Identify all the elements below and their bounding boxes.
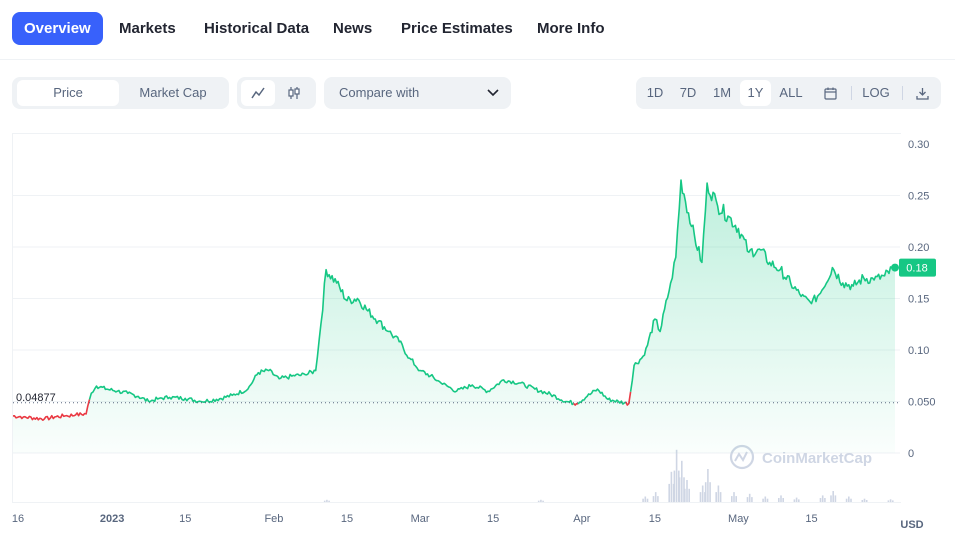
tab-overview[interactable]: Overview xyxy=(12,12,103,45)
top-navigation: Overview Markets Historical Data News Pr… xyxy=(0,0,955,60)
download-button[interactable] xyxy=(908,80,936,106)
y-tick-label: 0.15 xyxy=(908,294,929,306)
calendar-button[interactable] xyxy=(816,80,844,106)
range-1m[interactable]: 1M xyxy=(706,80,738,106)
current-price-badge xyxy=(899,258,936,277)
range-divider xyxy=(902,86,903,100)
tab-markets[interactable]: Markets xyxy=(107,12,188,45)
x-tick-label: 16 xyxy=(12,513,24,525)
log-scale-toggle[interactable]: LOG xyxy=(858,80,894,106)
candlestick-button[interactable] xyxy=(277,80,311,106)
x-tick-label: 15 xyxy=(805,513,817,525)
y-tick-label: 0.050 xyxy=(908,397,936,409)
chevron-down-icon xyxy=(487,89,499,97)
range-7d[interactable]: 7D xyxy=(672,80,704,106)
range-1y[interactable]: 1Y xyxy=(740,80,771,106)
currency-label: USD xyxy=(900,519,923,531)
compare-dropdown[interactable]: Compare with xyxy=(324,77,511,109)
x-tick-label: May xyxy=(728,513,749,525)
chart-style-toggle xyxy=(237,77,316,109)
metric-toggle: Price Market Cap xyxy=(12,77,229,109)
x-tick-label: 15 xyxy=(487,513,499,525)
x-tick-label: 2023 xyxy=(100,513,124,525)
price-tab[interactable]: Price xyxy=(17,80,119,106)
range-selector: 1D 7D 1M 1Y ALL LOG xyxy=(636,77,941,109)
tab-more-info[interactable]: More Info xyxy=(525,12,617,45)
y-tick-label: 0.10 xyxy=(908,345,929,357)
y-tick-label: 0.20 xyxy=(908,242,929,254)
x-tick-label: Mar xyxy=(411,513,430,525)
y-tick-label: 0.25 xyxy=(908,191,929,203)
x-tick-label: Feb xyxy=(264,513,283,525)
tab-price-estimates[interactable]: Price Estimates xyxy=(389,12,525,45)
tab-historical-data[interactable]: Historical Data xyxy=(192,12,321,45)
x-tick-label: Apr xyxy=(573,513,590,525)
x-tick-label: 15 xyxy=(649,513,661,525)
compare-label: Compare with xyxy=(339,85,420,100)
x-tick-label: 15 xyxy=(341,513,353,525)
range-divider xyxy=(851,86,852,100)
download-icon xyxy=(915,88,929,100)
tab-news[interactable]: News xyxy=(321,12,384,45)
current-price-label: 0.18 xyxy=(906,263,927,275)
y-tick-label: 0.30 xyxy=(908,139,929,151)
y-tick-label: 0 xyxy=(908,448,914,460)
range-1d[interactable]: 1D xyxy=(639,80,671,106)
line-chart-icon xyxy=(251,87,265,99)
line-chart-button[interactable] xyxy=(241,80,275,106)
market-cap-tab[interactable]: Market Cap xyxy=(122,80,224,106)
x-tick-label: 15 xyxy=(179,513,191,525)
candlestick-icon xyxy=(288,87,300,99)
range-all[interactable]: ALL xyxy=(774,80,808,106)
calendar-icon xyxy=(823,87,837,100)
chart-frame xyxy=(12,133,901,503)
